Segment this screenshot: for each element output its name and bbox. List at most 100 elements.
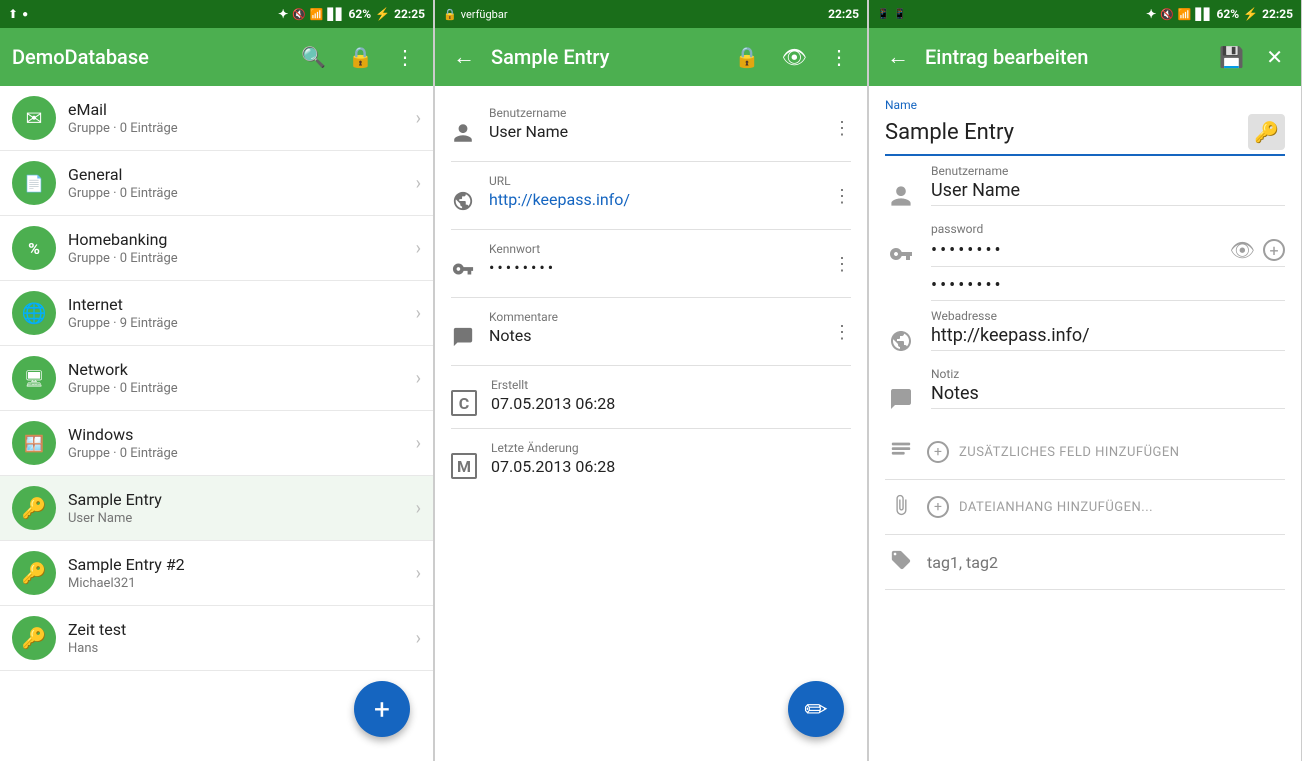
wifi-icon: 📶 xyxy=(310,8,324,21)
list-item-subtitle: Gruppe · 0 Einträge xyxy=(68,446,404,461)
name-input[interactable]: Sample Entry xyxy=(885,120,1240,145)
entry-detail-title: Sample Entry xyxy=(491,45,719,69)
lock-icon[interactable]: 🔒 xyxy=(342,39,379,75)
screen-icon: 📱 xyxy=(877,9,889,20)
more-options-icon[interactable]: ⋮ xyxy=(833,322,851,343)
notes-input-row: Notes xyxy=(931,383,1285,409)
screen-icon2: 📱 xyxy=(893,9,905,20)
list-item[interactable]: 🔑 Sample Entry User Name › xyxy=(0,476,433,541)
password-input[interactable]: •••••••• xyxy=(931,240,1222,261)
sample-entry-icon: 🔑 xyxy=(12,486,56,530)
top-bar-1: DemoDatabase 🔍 🔒 ⋮ xyxy=(0,28,433,86)
list-item-text: General Gruppe · 0 Einträge xyxy=(68,165,404,201)
person-icon-edit xyxy=(885,184,917,214)
password-confirm-input[interactable]: •••••••• xyxy=(931,275,1285,296)
notes-edit-content: Notiz Notes xyxy=(931,367,1285,409)
url-input-row: http://keepass.info/ xyxy=(931,325,1285,351)
comment-icon xyxy=(451,326,475,353)
modified-label: Letzte Änderung xyxy=(491,441,851,455)
edit-entry-fab[interactable]: ✏ xyxy=(788,681,844,737)
list-item-title: Zeit test xyxy=(68,620,404,639)
url-value[interactable]: http://keepass.info/ xyxy=(489,190,819,209)
add-icon: + xyxy=(374,693,390,726)
list-item[interactable]: ✉ eMail Gruppe · 0 Einträge › xyxy=(0,86,433,151)
modified-field: M Letzte Änderung 07.05.2013 06:28 xyxy=(435,429,867,491)
battery-percent-3: 62% xyxy=(1216,7,1239,21)
internet-group-icon: 🌐 xyxy=(12,291,56,335)
battery-percent: 62% xyxy=(348,7,371,21)
network-group-icon: 🖥 xyxy=(12,356,56,400)
status-bar-3: 📱 📱 ✦ 🔇 📶 ▋▋ 62% ⚡ 22:25 xyxy=(869,0,1301,28)
overflow-menu-icon-2[interactable]: ⋮ xyxy=(823,39,855,75)
eye-toggle-icon[interactable]: 👁 xyxy=(1230,238,1255,262)
list-item[interactable]: 🔑 Zeit test Hans › xyxy=(0,606,433,671)
list-item-subtitle: Gruppe · 0 Einträge xyxy=(68,381,404,396)
notes-input[interactable]: Notes xyxy=(931,383,1285,404)
save-icon[interactable]: 💾 xyxy=(1213,39,1250,75)
notification-icon: ● xyxy=(22,9,28,20)
url-label: URL xyxy=(489,174,819,188)
charging-icon-3: ⚡ xyxy=(1243,7,1258,21)
key-generate-icon[interactable]: 🔑 xyxy=(1248,114,1285,150)
lock-entry-icon[interactable]: 🔒 xyxy=(729,39,766,75)
tags-value[interactable]: tag1, tag2 xyxy=(927,553,998,572)
add-attachment-row[interactable]: + DATEIANHANG HINZUFÜGEN... xyxy=(885,480,1285,535)
add-password-icon[interactable]: + xyxy=(1263,239,1285,261)
url-field: URL http://keepass.info/ ⋮ xyxy=(435,162,867,229)
password-confirm-row: •••••••• xyxy=(931,275,1285,301)
search-icon[interactable]: 🔍 xyxy=(295,39,332,75)
list-item-text: Internet Gruppe · 9 Einträge xyxy=(68,295,404,331)
custom-field-icon xyxy=(890,439,912,461)
overflow-menu-icon[interactable]: ⋮ xyxy=(389,39,421,75)
modified-field-content: Letzte Änderung 07.05.2013 06:28 xyxy=(491,441,851,476)
url-edit-row: Webadresse http://keepass.info/ xyxy=(885,309,1285,359)
back-icon[interactable]: ← xyxy=(447,38,481,76)
close-icon[interactable]: ✕ xyxy=(1260,39,1289,75)
list-item-title: Network xyxy=(68,360,404,379)
list-item-text: Homebanking Gruppe · 0 Einträge xyxy=(68,230,404,266)
more-options-icon[interactable]: ⋮ xyxy=(833,254,851,275)
back-icon-3[interactable]: ← xyxy=(881,38,915,76)
more-options-icon[interactable]: ⋮ xyxy=(833,118,851,139)
list-item[interactable]: 🖥 Network Gruppe · 0 Einträge › xyxy=(0,346,433,411)
signal-icon-3: ▋▋ xyxy=(1196,8,1213,21)
bluetooth-icon-3: ✦ xyxy=(1146,7,1156,21)
username-input[interactable]: User Name xyxy=(931,180,1285,201)
comment-icon-edit xyxy=(885,387,917,417)
lock-status-icon: 🔒 xyxy=(443,8,457,21)
mute-icon-3: 🔇 xyxy=(1160,8,1174,21)
list-item-title: Homebanking xyxy=(68,230,404,249)
list-item[interactable]: 📄 General Gruppe · 0 Einträge › xyxy=(0,151,433,216)
chevron-right-icon: › xyxy=(416,238,421,259)
username-label: Benutzername xyxy=(489,106,819,120)
eye-icon[interactable]: 👁 xyxy=(776,39,813,75)
list-item-text: Sample Entry User Name xyxy=(68,490,404,526)
list-item[interactable]: 🌐 Internet Gruppe · 9 Einträge › xyxy=(0,281,433,346)
notes-field: Kommentare Notes ⋮ xyxy=(435,298,867,365)
add-attachment-circle-icon: + xyxy=(927,496,949,518)
list-item[interactable]: 🪟 Windows Gruppe · 0 Einträge › xyxy=(0,411,433,476)
password-edit-content: password •••••••• 👁 + •••••••• xyxy=(931,222,1285,301)
list-item-text: Network Gruppe · 0 Einträge xyxy=(68,360,404,396)
attachment-icon xyxy=(890,494,912,516)
windows-group-icon: 🪟 xyxy=(12,421,56,465)
password-edit-label: password xyxy=(931,222,1285,236)
chevron-right-icon: › xyxy=(416,498,421,519)
url-input[interactable]: http://keepass.info/ xyxy=(931,325,1285,346)
list-item-text: Windows Gruppe · 0 Einträge xyxy=(68,425,404,461)
signal-icon: ▋▋ xyxy=(328,8,345,21)
created-field: C Erstellt 07.05.2013 06:28 xyxy=(435,366,867,428)
status-bar-2: 🔒 verfügbar 22:25 xyxy=(435,0,867,28)
add-field-row[interactable]: + ZUSÄTZLICHES FELD HINZUFÜGEN xyxy=(885,425,1285,480)
url-edit-content: Webadresse http://keepass.info/ xyxy=(931,309,1285,351)
add-entry-fab[interactable]: + xyxy=(354,681,410,737)
list-item[interactable]: 🔑 Sample Entry #2 Michael321 › xyxy=(0,541,433,606)
globe-icon xyxy=(451,190,475,217)
list-item[interactable]: % Homebanking Gruppe · 0 Einträge › xyxy=(0,216,433,281)
globe-icon-edit xyxy=(885,329,917,359)
username-value: User Name xyxy=(489,122,819,141)
more-options-icon[interactable]: ⋮ xyxy=(833,186,851,207)
list-item-subtitle: Hans xyxy=(68,641,404,656)
password-field: Kennwort •••••••• ⋮ xyxy=(435,230,867,297)
list-item-text: Zeit test Hans xyxy=(68,620,404,656)
